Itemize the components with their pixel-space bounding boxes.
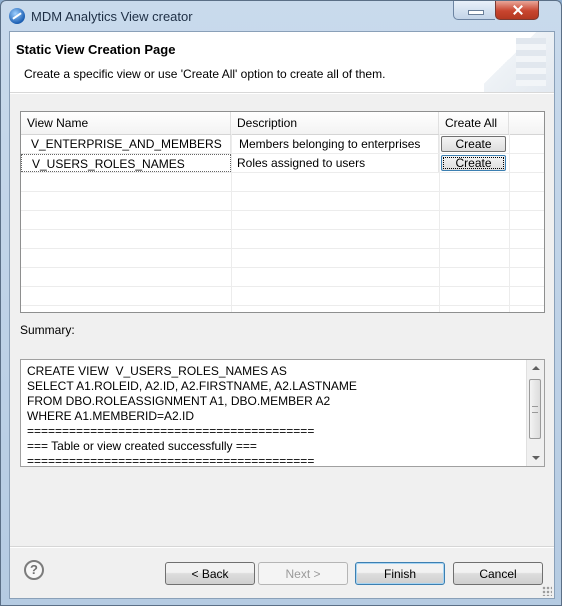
summary-vertical-scrollbar[interactable] (526, 360, 544, 466)
finish-button-label: Finish (383, 566, 416, 581)
title-bar[interactable]: MDM Analytics View creator (1, 1, 561, 31)
column-header-description[interactable]: Description (231, 112, 439, 134)
summary-line: ========================================… (27, 454, 315, 467)
summary-line: SELECT A1.ROLEID, A2.ID, A2.FIRSTNAME, A… (27, 379, 357, 393)
next-button: Next > (258, 562, 348, 585)
empty-table-row (21, 173, 544, 192)
finish-button[interactable]: Finish (355, 562, 445, 585)
header-separator (10, 93, 554, 94)
app-globe-icon (9, 8, 25, 24)
page-description: Create a specific view or use 'Create Al… (24, 67, 386, 81)
cell-description: Roles assigned to users (231, 154, 439, 172)
footer-separator (10, 546, 554, 547)
cancel-button-label: Cancel (479, 566, 517, 581)
back-button-label: < Back (191, 566, 229, 581)
table-header: View Name Description Create All (21, 112, 544, 135)
page-title: Static View Creation Page (16, 42, 176, 57)
empty-table-row (21, 192, 544, 211)
create-view-button[interactable]: Create (441, 155, 506, 171)
cell-view-name: V_ENTERPRISE_AND_MEMBERS (21, 135, 231, 153)
table-row[interactable]: V_ENTERPRISE_AND_MEMBERS Members belongi… (21, 135, 544, 154)
next-button-label: Next > (285, 566, 321, 581)
minimize-button[interactable] (453, 1, 495, 20)
cell-description: Members belonging to enterprises (231, 135, 439, 153)
scroll-down-arrow-icon[interactable] (532, 456, 540, 460)
summary-line: WHERE A1.MEMBERID=A2.ID (27, 409, 195, 423)
summary-label-text: Summary: (20, 323, 75, 337)
help-icon[interactable]: ? (24, 560, 44, 580)
summary-textarea[interactable]: CREATE VIEW V_USERS_ROLES_NAMES AS SELECT… (20, 359, 545, 467)
empty-table-row (21, 287, 544, 306)
scroll-thumb[interactable] (529, 379, 541, 439)
empty-table-row (21, 211, 544, 230)
views-table: View Name Description Create All V_ENTER… (20, 111, 545, 313)
summary-line: ========================================… (27, 424, 315, 438)
back-button[interactable]: < Back (165, 562, 255, 585)
column-header-create-all[interactable]: Create All (439, 112, 509, 134)
empty-table-row (21, 230, 544, 249)
summary-text: CREATE VIEW V_USERS_ROLES_NAMES AS SELECT… (27, 364, 522, 467)
resize-grip[interactable] (542, 586, 552, 596)
wizard-window: MDM Analytics View creator Static View C… (0, 0, 562, 606)
empty-table-row (21, 249, 544, 268)
column-header-view-name[interactable]: View Name (21, 112, 231, 134)
summary-label: Summary: (20, 323, 75, 337)
create-view-button[interactable]: Create (441, 136, 506, 152)
wizard-client-area: Static View Creation Page Create a speci… (9, 31, 555, 599)
summary-line: CREATE VIEW V_USERS_ROLES_NAMES AS (27, 364, 287, 378)
wizard-header: Static View Creation Page Create a speci… (10, 32, 554, 93)
empty-table-row (21, 268, 544, 287)
summary-line: FROM DBO.ROLEASSIGNMENT A1, DBO.MEMBER A… (27, 394, 331, 408)
table-row[interactable]: V_USERS_ROLES_NAMES Roles assigned to us… (21, 154, 544, 173)
scroll-up-arrow-icon[interactable] (532, 366, 540, 370)
summary-line: === Table or view created successfully =… (27, 439, 257, 453)
cancel-button[interactable]: Cancel (453, 562, 543, 585)
cell-view-name: V_USERS_ROLES_NAMES (21, 154, 231, 172)
header-banner-graphic (484, 32, 554, 92)
close-button[interactable] (495, 1, 539, 20)
window-title: MDM Analytics View creator (31, 9, 193, 24)
